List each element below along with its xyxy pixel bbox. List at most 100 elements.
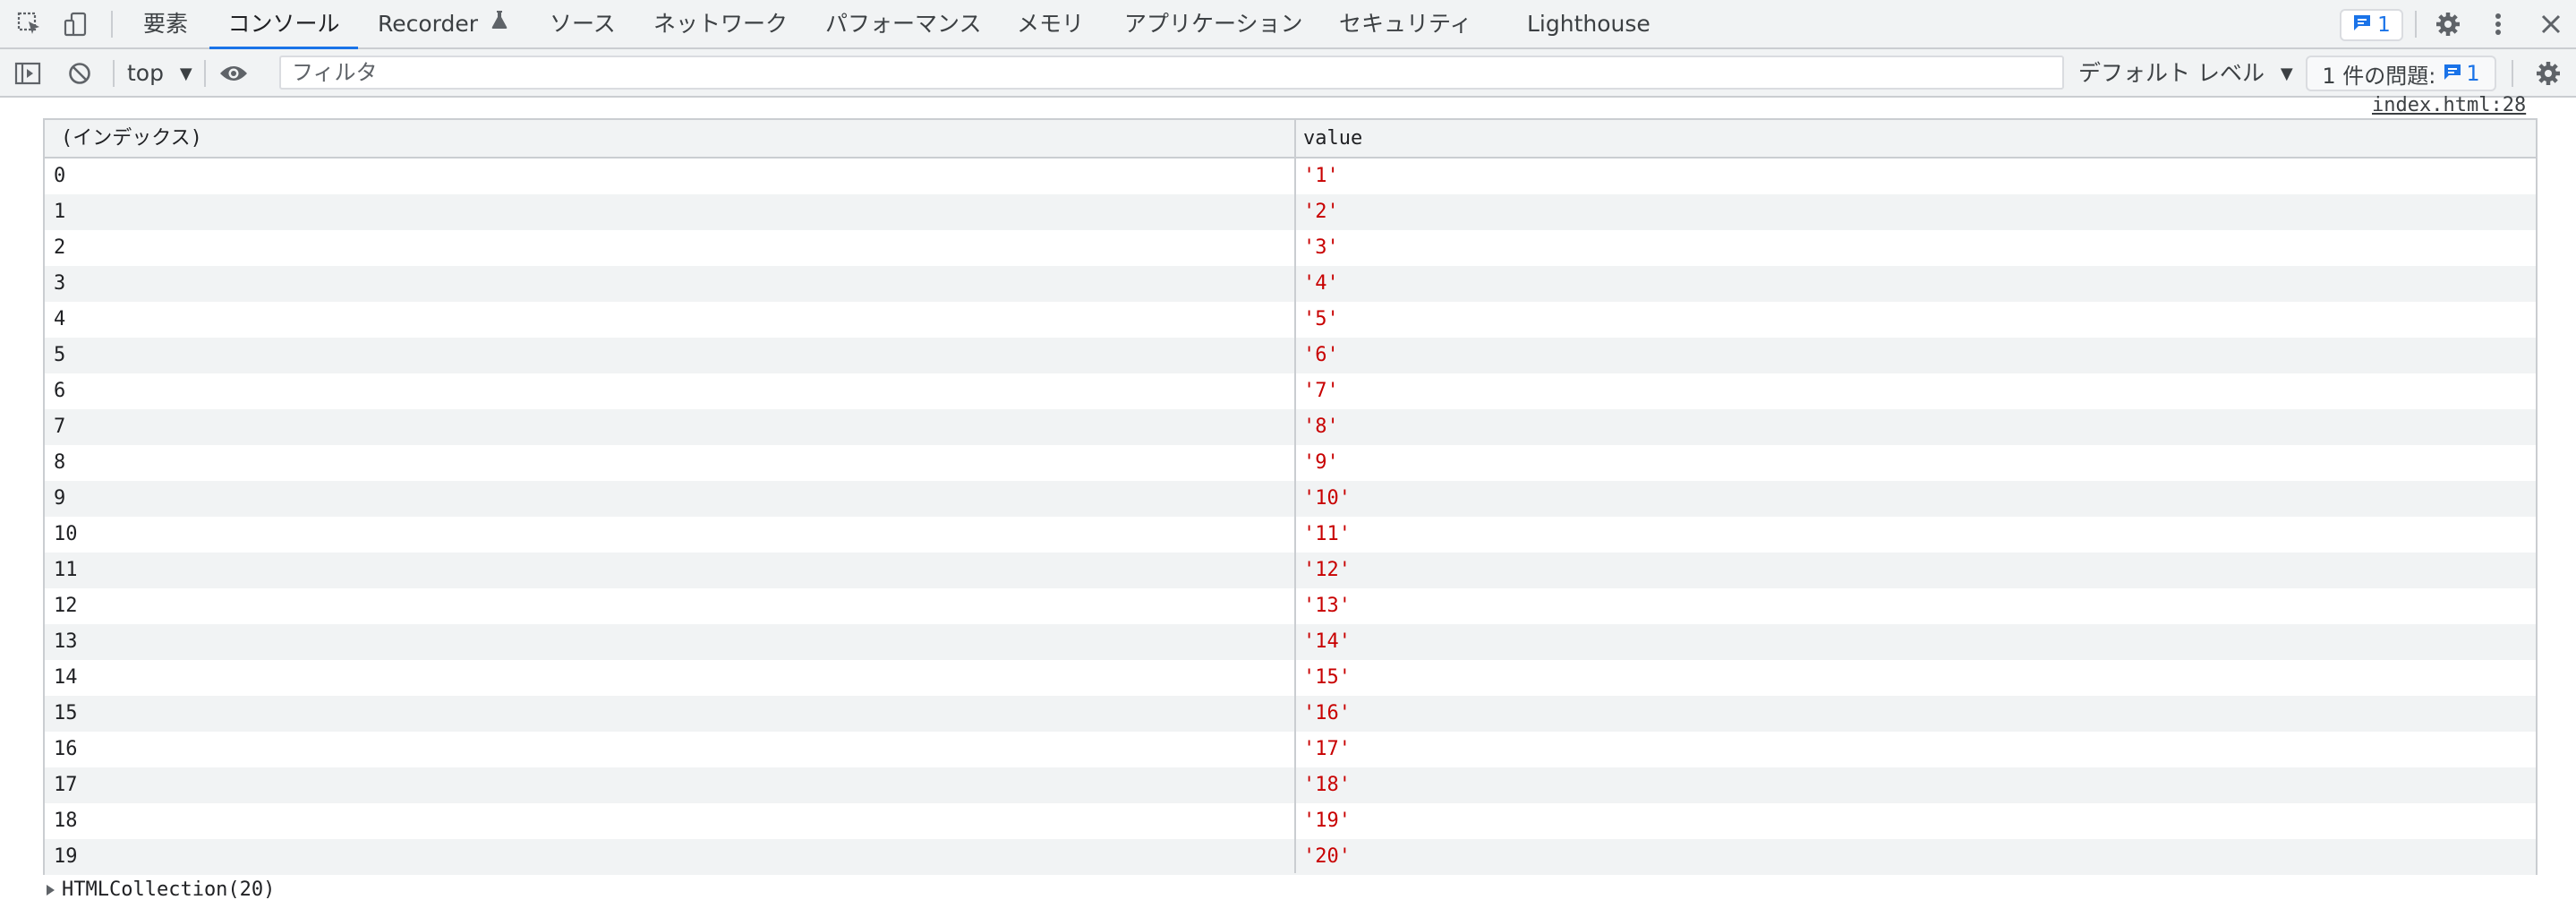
table-row[interactable]: 16 '17' <box>45 732 2536 767</box>
log-levels-label: デフォルト レベル <box>2078 60 2265 86</box>
row-value: '12' <box>1303 559 1351 581</box>
table-row[interactable]: 15 '16' <box>45 696 2536 732</box>
table-header: (インデックス) value <box>45 120 2536 159</box>
table-row[interactable]: 7 '8' <box>45 409 2536 445</box>
row-index: 18 <box>54 810 78 832</box>
row-index: 4 <box>54 308 66 330</box>
row-value: '9' <box>1303 451 1339 474</box>
row-index: 1 <box>54 201 66 223</box>
table-row[interactable]: 17 '18' <box>45 767 2536 803</box>
issues-badge-count: 1 <box>2377 13 2391 37</box>
message-icon <box>2443 61 2462 86</box>
htmlcollection-label: HTMLCollection(20) <box>62 878 276 901</box>
settings-gear-icon[interactable] <box>2433 9 2463 39</box>
table-row[interactable]: 2 '3' <box>45 230 2536 266</box>
toolbar-divider <box>111 11 113 38</box>
row-value: '7' <box>1303 380 1339 402</box>
console-table: (インデックス) value 0 '1' 1 '2' 2 '3' 3 '4' 4 '5' 5 '6' 6… <box>43 118 2538 875</box>
row-index: 13 <box>54 630 78 653</box>
issues-badge[interactable]: 1 <box>2340 9 2403 41</box>
row-value: '17' <box>1303 738 1351 760</box>
issues-button[interactable]: 1 件の問題: 1 <box>2306 56 2496 91</box>
table-row[interactable]: 13 '14' <box>45 624 2536 660</box>
row-index: 7 <box>54 416 66 438</box>
row-index: 12 <box>54 595 78 617</box>
column-header-index[interactable]: (インデックス) <box>61 120 202 157</box>
table-row[interactable]: 9 '10' <box>45 481 2536 517</box>
tab-lighthouse[interactable]: Lighthouse <box>1527 0 1651 49</box>
table-row[interactable]: 8 '9' <box>45 445 2536 481</box>
inspect-element-icon[interactable] <box>14 9 45 39</box>
clear-console-icon[interactable] <box>64 58 95 89</box>
row-index: 9 <box>54 487 66 510</box>
row-value: '3' <box>1303 236 1339 259</box>
row-value: '4' <box>1303 272 1339 295</box>
row-value: '15' <box>1303 666 1351 689</box>
context-selector-label: top <box>127 60 164 86</box>
table-row[interactable]: 19 '20' <box>45 839 2536 875</box>
sidebar-toggle-icon[interactable] <box>13 58 43 89</box>
toolbar-divider <box>2512 60 2513 87</box>
row-value: '11' <box>1303 523 1351 545</box>
row-index: 14 <box>54 666 78 689</box>
tab-performance[interactable]: パフォーマンス <box>825 0 982 49</box>
row-index: 19 <box>54 845 78 868</box>
tab-console[interactable]: コンソール <box>209 0 358 49</box>
close-icon[interactable] <box>2536 9 2566 39</box>
table-row[interactable]: 1 '2' <box>45 194 2536 230</box>
triangle-down-icon: ▼ <box>179 64 192 83</box>
row-index: 5 <box>54 344 66 366</box>
row-value: '13' <box>1303 595 1351 617</box>
more-options-icon[interactable] <box>2483 9 2513 39</box>
row-index: 0 <box>54 165 66 187</box>
tab-application[interactable]: アプリケーション <box>1124 0 1303 49</box>
row-value: '14' <box>1303 630 1351 653</box>
device-toolbar-icon[interactable] <box>61 9 91 39</box>
tab-security[interactable]: セキュリティ <box>1339 0 1472 49</box>
table-row[interactable]: 14 '15' <box>45 660 2536 696</box>
table-row[interactable]: 12 '13' <box>45 588 2536 624</box>
column-header-value[interactable]: value <box>1303 120 1362 157</box>
table-row[interactable]: 10 '11' <box>45 517 2536 553</box>
filter-input[interactable] <box>279 56 2064 90</box>
row-index: 2 <box>54 236 66 259</box>
devtools-tab-bar: 要素 コンソール Recorder ソース ネットワーク パフォーマンス メモリ… <box>0 0 2576 49</box>
row-value: '20' <box>1303 845 1351 868</box>
console-settings-gear-icon[interactable] <box>2533 58 2563 89</box>
tab-network[interactable]: ネットワーク <box>653 0 788 49</box>
row-index: 6 <box>54 380 66 402</box>
table-row[interactable]: 5 '6' <box>45 338 2536 373</box>
row-value: '18' <box>1303 774 1351 796</box>
row-value: '5' <box>1303 308 1339 330</box>
table-row[interactable]: 3 '4' <box>45 266 2536 302</box>
table-row[interactable]: 6 '7' <box>45 373 2536 409</box>
tab-memory[interactable]: メモリ <box>1017 0 1084 49</box>
row-value: '2' <box>1303 201 1339 223</box>
table-row[interactable]: 11 '12' <box>45 553 2536 588</box>
live-expression-eye-icon[interactable] <box>218 58 249 89</box>
table-row[interactable]: 4 '5' <box>45 302 2536 338</box>
column-divider[interactable] <box>1294 120 1296 873</box>
row-value: '19' <box>1303 810 1351 832</box>
source-link[interactable]: index.html:28 <box>2372 94 2526 116</box>
tab-recorder[interactable]: Recorder <box>378 0 508 49</box>
tab-sources[interactable]: ソース <box>550 0 616 49</box>
issues-count-value: 1 <box>2466 61 2480 86</box>
toolbar-divider <box>2415 11 2417 38</box>
context-selector[interactable]: top ▼ <box>127 49 192 98</box>
row-value: '10' <box>1303 487 1351 510</box>
row-index: 17 <box>54 774 78 796</box>
console-toolbar: top ▼ デフォルト レベル ▼ 1 件の問題: 1 <box>0 49 2576 98</box>
row-index: 16 <box>54 738 78 760</box>
expand-triangle-icon[interactable] <box>47 885 55 896</box>
issues-button-label: 1 件の問題: <box>2322 63 2436 89</box>
row-index: 8 <box>54 451 66 474</box>
flask-icon <box>490 0 508 47</box>
table-row[interactable]: 0 '1' <box>45 159 2536 194</box>
table-row[interactable]: 18 '19' <box>45 803 2536 839</box>
log-levels-dropdown[interactable]: デフォルト レベル ▼ <box>2078 49 2293 98</box>
row-value: '8' <box>1303 416 1339 438</box>
htmlcollection-entry[interactable]: HTMLCollection(20) <box>47 877 275 904</box>
tab-elements[interactable]: 要素 <box>143 0 188 49</box>
message-icon <box>2352 13 2372 37</box>
